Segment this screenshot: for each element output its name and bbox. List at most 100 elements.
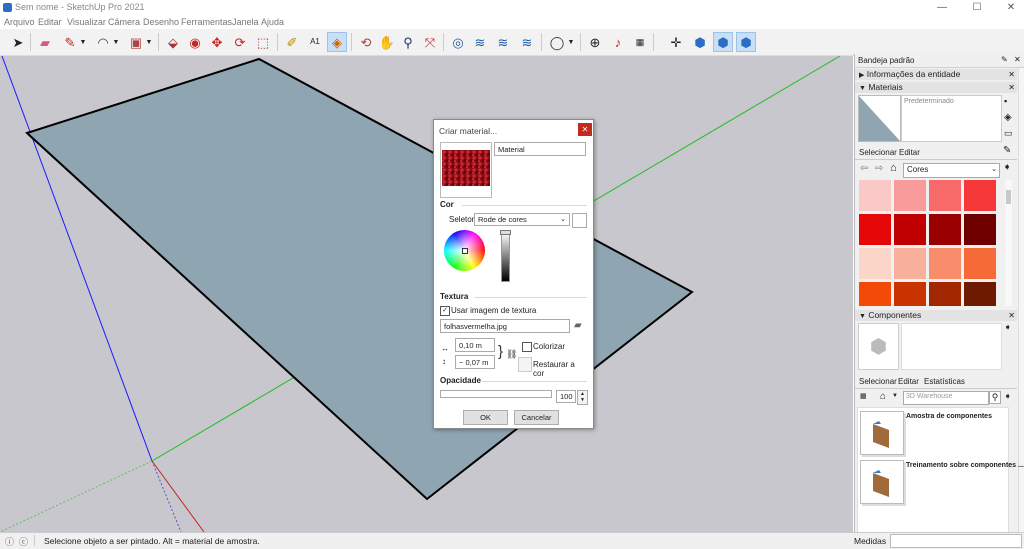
credits-icon[interactable]: ⓒ [19, 535, 28, 548]
material-swatch[interactable] [964, 180, 996, 211]
eraser-tool-icon[interactable]: ▰ [35, 32, 55, 52]
chevron-down-icon[interactable]: ▼ [566, 32, 576, 52]
position-camera-icon[interactable]: ♪ [608, 32, 628, 52]
details-arrow-icon[interactable]: ➧ [1004, 322, 1012, 333]
model-viewport[interactable] [0, 56, 853, 532]
arc-tool-icon[interactable]: ◠ [93, 32, 113, 52]
chain-link-icon[interactable]: ⛓ [506, 349, 517, 360]
menu-visualizar[interactable]: Visualizar [67, 17, 106, 27]
cancel-button[interactable]: Cancelar [514, 410, 559, 425]
pan-tool-icon[interactable]: ✋ [377, 32, 397, 52]
material-swatch[interactable] [859, 214, 891, 245]
material-swatch[interactable] [964, 248, 996, 279]
material-swatch[interactable] [894, 214, 926, 245]
account-icon[interactable]: ◯ [547, 32, 567, 52]
orbit-tool-icon[interactable]: ⟲ [356, 32, 376, 52]
material-swatch[interactable] [964, 214, 996, 245]
chevron-down-icon[interactable]: ▼ [111, 32, 121, 52]
current-color-swatch[interactable] [572, 213, 587, 228]
library-select[interactable]: Cores ⌄ [903, 163, 1000, 178]
default-material-icon[interactable]: ▭ [1004, 128, 1013, 139]
materials-header[interactable]: ▼ Materiais ✕ [855, 82, 1017, 93]
eyedropper-icon[interactable]: ✎ [1003, 145, 1011, 156]
scene-icon[interactable]: ▦ [630, 32, 650, 52]
material-swatch[interactable] [929, 282, 961, 306]
minimize-button[interactable]: — [931, 1, 953, 15]
menu-janela[interactable]: Janela [232, 17, 259, 27]
material-swatch[interactable] [894, 282, 926, 306]
front-view-icon[interactable]: ⬢ [736, 32, 756, 52]
tab-edit-materials[interactable]: Editar [899, 148, 920, 157]
material-swatch[interactable] [894, 248, 926, 279]
menu-ajuda[interactable]: Ajuda [261, 17, 284, 27]
details-arrow-icon[interactable]: ➧ [1004, 391, 1012, 402]
section-plane-icon[interactable]: ⊕ [585, 32, 605, 52]
brightness-handle[interactable] [500, 230, 511, 235]
pencil-tool-icon[interactable]: ✎ [60, 32, 80, 52]
ok-button[interactable]: OK [463, 410, 508, 425]
tab-statistics-components[interactable]: Estatísticas [924, 377, 965, 386]
text-tool-icon[interactable]: A1 [305, 32, 325, 52]
dialog-close-button[interactable]: ✕ [578, 123, 592, 136]
menu-arquivo[interactable]: Arquivo [4, 17, 35, 27]
entity-info-header[interactable]: ▶ Informações da entidade ✕ [855, 69, 1017, 80]
chevron-down-icon[interactable]: ▼ [78, 32, 88, 52]
material-swatch[interactable] [929, 214, 961, 245]
view-options-icon[interactable]: ▦ [860, 392, 867, 400]
close-button[interactable]: ✕ [1000, 1, 1022, 15]
browse-folder-icon[interactable]: ▰ [574, 320, 582, 331]
material-swatch[interactable] [894, 180, 926, 211]
texture-width-input[interactable]: 0,10 m [455, 338, 495, 352]
tab-edit-components[interactable]: Editar [898, 377, 919, 386]
paint-bucket-tool-icon[interactable]: ◈ [327, 32, 347, 52]
top-view-icon[interactable]: ⬢ [713, 32, 733, 52]
chevron-down-icon[interactable]: ▼ [892, 393, 898, 399]
pin-icon[interactable]: ✎ [1001, 55, 1008, 64]
colorize-checkbox[interactable] [522, 342, 532, 352]
move-tool-icon[interactable]: ✥ [207, 32, 227, 52]
push-pull-tool-icon[interactable]: ⬙ [163, 32, 183, 52]
components-header[interactable]: ▼ Componentes ✕ [855, 310, 1017, 321]
rectangle-tool-icon[interactable]: ▣ [126, 32, 146, 52]
texture-height-input[interactable]: ~ 0,07 m [455, 355, 495, 369]
close-icon[interactable]: ✕ [1008, 82, 1015, 93]
back-icon[interactable]: ⇦ [860, 163, 868, 174]
menu-desenho[interactable]: Desenho [143, 17, 179, 27]
color-wheel[interactable] [444, 230, 485, 271]
zoom-extents-tool-icon[interactable]: ⤧ [420, 32, 440, 52]
close-icon[interactable]: ✕ [1008, 310, 1015, 321]
details-arrow-icon[interactable]: ➧ [1003, 162, 1011, 173]
display-secondary-icon[interactable]: ▪ [1004, 96, 1007, 106]
tape-measure-tool-icon[interactable]: ✐ [282, 32, 302, 52]
material-swatch[interactable] [929, 180, 961, 211]
select-tool-icon[interactable]: ➤ [8, 32, 28, 52]
zoom-tool-icon[interactable]: ⚲ [398, 32, 418, 52]
tab-select-materials[interactable]: Selecionar [859, 148, 897, 157]
opacity-input[interactable]: 100 [556, 390, 576, 403]
measures-input[interactable] [890, 534, 1022, 548]
menu-ferramentas[interactable]: Ferramentas [181, 17, 232, 27]
material-swatch[interactable] [859, 282, 891, 306]
texture-file-input[interactable]: folhasvermelha.jpg [440, 319, 570, 333]
use-texture-checkbox[interactable]: ✓ [440, 306, 450, 316]
axes-tool-icon[interactable]: ✛ [666, 32, 686, 52]
create-material-icon[interactable]: ◈ [1004, 112, 1012, 123]
menu-camera[interactable]: Câmera [108, 17, 140, 27]
opacity-spinner[interactable]: ▲ ▼ [577, 390, 588, 405]
material-swatch[interactable] [859, 180, 891, 211]
material-name-field[interactable]: Predeterminado [901, 95, 1002, 142]
home-icon[interactable]: ⌂ [880, 391, 886, 402]
iso-view-icon[interactable]: ⬢ [690, 32, 710, 52]
follow-me-tool-icon[interactable]: ◉ [185, 32, 205, 52]
chevron-down-icon[interactable]: ▼ [144, 32, 154, 52]
opacity-slider[interactable] [440, 390, 552, 398]
warehouse-icon[interactable]: ◎ [448, 32, 468, 52]
tray-close-icon[interactable]: ✕ [1014, 55, 1021, 64]
home-icon[interactable]: ⌂ [890, 162, 897, 174]
close-icon[interactable]: ✕ [1008, 69, 1015, 80]
restore-color-button[interactable] [518, 357, 532, 372]
list-item[interactable]: Treinamento sobre componentes ... [860, 460, 1024, 504]
material-swatch[interactable] [929, 248, 961, 279]
material-name-input[interactable]: Material [494, 142, 586, 156]
material-swatch[interactable] [964, 282, 996, 306]
